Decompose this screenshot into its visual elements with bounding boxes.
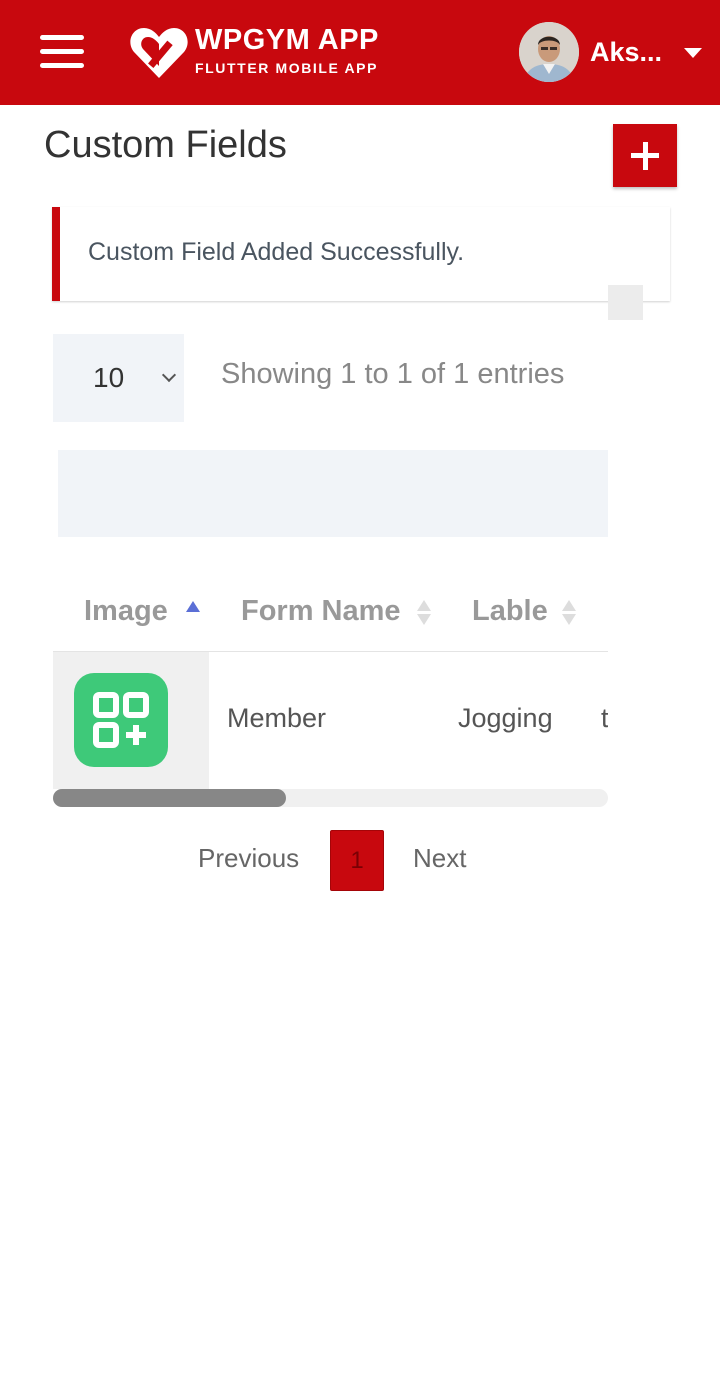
column-header-label: Image [84, 595, 168, 627]
pagination-page-1[interactable]: 1 [330, 830, 384, 891]
user-avatar[interactable] [519, 22, 579, 82]
column-header-form-name[interactable]: Form Name [241, 595, 401, 628]
add-custom-field-button[interactable] [613, 124, 677, 187]
search-input[interactable] [58, 450, 608, 537]
sort-asc-icon [186, 601, 200, 612]
page-title: Custom Fields [44, 124, 287, 166]
brand-logo-icon [130, 28, 188, 78]
user-name[interactable]: Aks... [590, 37, 662, 68]
data-table: Image Form Name Lable Member Jogging t [53, 570, 608, 807]
page-length-select[interactable]: 10 [53, 334, 184, 422]
column-header-label: Form Name [241, 595, 401, 627]
pagination-next[interactable]: Next [413, 843, 466, 874]
lable-cell: Jogging [458, 703, 553, 733]
alert-dismiss-button[interactable] [608, 285, 643, 320]
brand-title: WPGYM APP [195, 24, 379, 56]
qr-app-icon [74, 673, 168, 767]
sort-icon [417, 600, 431, 626]
sort-icon [562, 600, 576, 626]
image-cell [53, 652, 209, 789]
page-length-value: 10 [93, 362, 125, 393]
table-row[interactable]: Member Jogging t [53, 652, 608, 789]
form-name-cell: Member [227, 703, 327, 733]
menu-icon[interactable] [40, 35, 84, 69]
app-header: WPGYM APP FLUTTER MOBILE APP Aks... [0, 0, 720, 105]
next-column-cell: t [601, 703, 608, 733]
dropdown-caret-icon[interactable] [684, 48, 702, 58]
chevron-down-icon [161, 367, 177, 383]
column-header-image[interactable]: Image [84, 595, 168, 628]
alert-message: Custom Field Added Successfully. [88, 238, 465, 266]
entries-info: Showing 1 to 1 of 1 entries [221, 358, 565, 390]
brand-subtitle: FLUTTER MOBILE APP [195, 60, 379, 76]
pagination-previous[interactable]: Previous [198, 843, 299, 874]
horizontal-scrollbar-thumb[interactable] [53, 789, 286, 807]
success-alert: Custom Field Added Successfully. [52, 207, 670, 301]
column-header-label: Lable [472, 595, 548, 627]
column-header-lable[interactable]: Lable [472, 595, 548, 628]
